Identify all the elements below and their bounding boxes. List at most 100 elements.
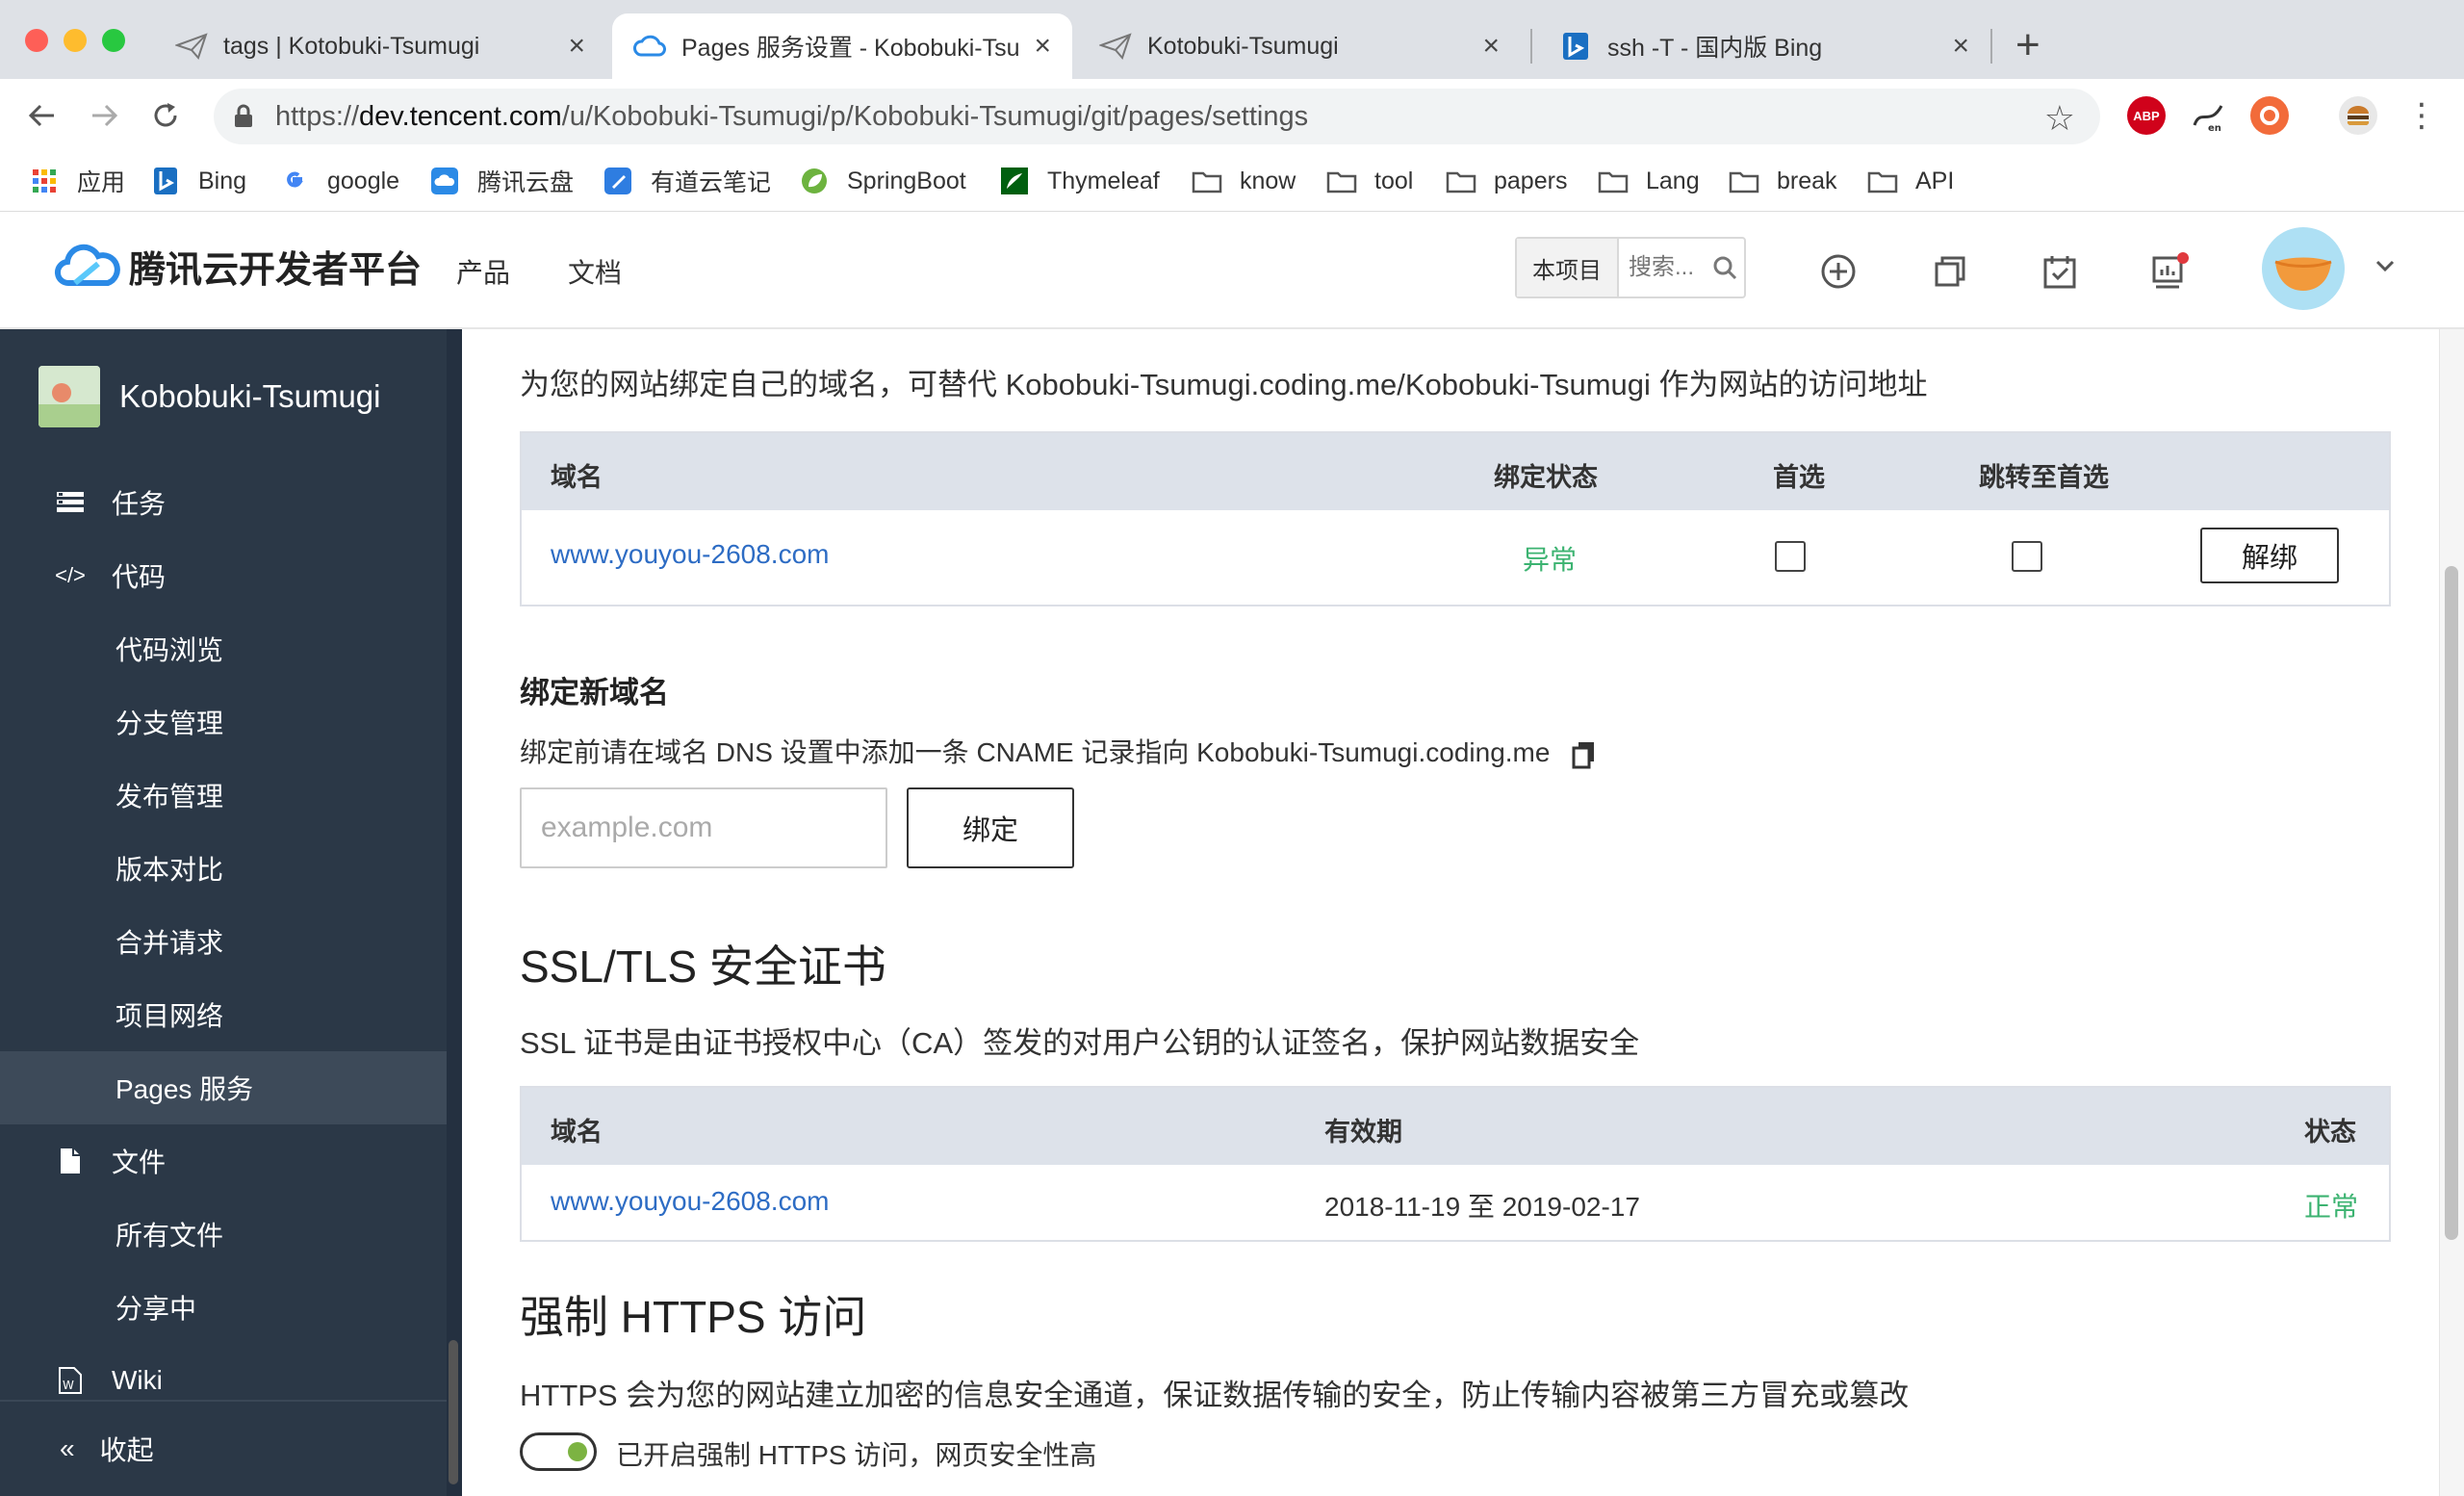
bookmark-label: 有道云笔记 <box>651 169 772 196</box>
browser-tab[interactable]: tags | Kotobuki-Tsumugi × <box>154 13 606 79</box>
notification-monitor-icon <box>2152 252 2189 289</box>
bookmark-label: 腾讯云盘 <box>477 169 575 196</box>
lock-icon <box>235 104 252 127</box>
bookmark-label: API <box>1915 167 1955 194</box>
browser-tab-active[interactable]: Pages 服务设置 - Kobobuki-Tsu × <box>612 13 1072 79</box>
copy-icon[interactable] <box>1571 740 1598 769</box>
sidebar-item-branches[interactable]: 分支管理 <box>0 685 447 759</box>
sidebar-item-merge-requests[interactable]: 合并请求 <box>0 905 447 978</box>
calendar-button[interactable] <box>2033 245 2087 298</box>
projects-button[interactable] <box>1923 245 1977 298</box>
sidebar-item-label: Pages 服务 <box>116 1074 254 1104</box>
https-toggle-label: 已开启强制 HTTPS 访问，网页安全性高 <box>616 1440 1097 1470</box>
bookmark-folder-know[interactable]: know <box>1192 162 1296 200</box>
bookmark-youdao-note[interactable]: 有道云笔记 <box>603 162 771 200</box>
sidebar-item-all-files[interactable]: 所有文件 <box>0 1198 447 1271</box>
arrow-left-icon <box>28 104 54 127</box>
sidebar-scrollbar-thumb[interactable] <box>449 1340 458 1484</box>
browser-toolbar: https://dev.tencent.com/u/Kobobuki-Tsumu… <box>0 79 2464 152</box>
search-scope-selector[interactable]: 本项目 <box>1517 239 1619 297</box>
page-scrollbar-thumb[interactable] <box>2445 566 2458 1240</box>
spring-leaf-icon <box>802 168 827 193</box>
search-input[interactable] <box>1629 254 1711 281</box>
folder-icon <box>1867 171 1898 193</box>
create-button[interactable] <box>1811 245 1865 298</box>
main-content: 为您的网站绑定自己的域名，可替代 Kobobuki-Tsumugi.coding… <box>462 329 2439 1496</box>
browser-tab[interactable]: ssh -T - 国内版 Bing × <box>1538 13 1990 79</box>
sidebar-item-label: 分支管理 <box>116 709 224 738</box>
sidebar-item-code-browse[interactable]: 代码浏览 <box>0 612 447 685</box>
project-image-icon <box>38 366 100 427</box>
tab-title: ssh -T - 国内版 Bing <box>1607 35 1823 62</box>
window-close-button[interactable] <box>25 29 48 52</box>
bind-button[interactable]: 绑定 <box>907 787 1074 868</box>
close-icon[interactable]: × <box>1482 30 1500 63</box>
reload-button[interactable] <box>144 94 187 137</box>
close-icon[interactable]: × <box>568 30 585 63</box>
bookmark-folder-api[interactable]: API <box>1867 162 1954 200</box>
back-button[interactable] <box>21 94 64 137</box>
toggle-knob <box>568 1442 587 1461</box>
sidebar-item-network[interactable]: 项目网络 <box>0 978 447 1051</box>
unbind-button[interactable]: 解绑 <box>2200 528 2339 583</box>
translate-icon[interactable]: en <box>2189 96 2227 135</box>
notifications-button[interactable] <box>2143 245 2196 298</box>
profile-icon[interactable] <box>2339 96 2377 135</box>
search-icon[interactable] <box>1711 254 1738 281</box>
window-zoom-button[interactable] <box>102 29 125 52</box>
sidebar-item-releases[interactable]: 发布管理 <box>0 759 447 832</box>
bookmark-tencent-disk[interactable]: 腾讯云盘 <box>429 162 574 200</box>
window-minimize-button[interactable] <box>64 29 87 52</box>
address-bar[interactable]: https://dev.tencent.com/u/Kobobuki-Tsumu… <box>214 89 2100 144</box>
url-text: https://dev.tencent.com/u/Kobobuki-Tsumu… <box>275 100 1309 132</box>
sidebar-item-files[interactable]: 文件 <box>0 1124 447 1198</box>
bookmark-folder-lang[interactable]: Lang <box>1598 162 1700 200</box>
tab-title: tags | Kotobuki-Tsumugi <box>223 32 480 60</box>
sidebar-item-compare[interactable]: 版本对比 <box>0 832 447 905</box>
brand-logo[interactable]: 腾讯云开发者平台 <box>54 239 422 293</box>
code-icon: </> <box>55 563 86 587</box>
redirect-checkbox[interactable] <box>2012 541 2042 572</box>
close-icon[interactable]: × <box>1952 30 1969 63</box>
bookmark-folder-papers[interactable]: papers <box>1446 162 1567 200</box>
bookmark-folder-break[interactable]: break <box>1729 162 1837 200</box>
sidebar-item-label: 文件 <box>112 1148 167 1177</box>
nav-products[interactable]: 产品 <box>456 252 510 291</box>
bookmark-star-icon[interactable]: ☆ <box>2044 98 2075 139</box>
bookmark-springboot[interactable]: SpringBoot <box>799 162 966 200</box>
sidebar-collapse-button[interactable]: « 收起 <box>0 1400 447 1496</box>
browser-tab-bar: tags | Kotobuki-Tsumugi × Pages 服务设置 - K… <box>0 0 2464 79</box>
bookmark-bing[interactable]: Bing <box>150 162 246 200</box>
browser-tab[interactable]: Kotobuki-Tsumugi × <box>1078 13 1521 79</box>
ssl-domain-link[interactable]: www.youyou-2608.com <box>551 1186 829 1217</box>
adblock-plus-icon[interactable]: ABP <box>2127 96 2166 135</box>
extension-icon[interactable] <box>2250 96 2289 135</box>
sidebar-item-sharing[interactable]: 分享中 <box>0 1271 447 1344</box>
bookmark-folder-tool[interactable]: tool <box>1326 162 1413 200</box>
bookmark-thymeleaf[interactable]: Thymeleaf <box>999 162 1160 200</box>
bookmark-apps[interactable]: 应用 <box>29 162 125 200</box>
nav-docs[interactable]: 文档 <box>568 252 622 291</box>
sidebar-item-code[interactable]: </> 代码 <box>0 539 447 612</box>
thymeleaf-icon <box>1001 168 1028 194</box>
forward-button[interactable] <box>83 94 125 137</box>
domain-input[interactable] <box>520 787 887 868</box>
sidebar-item-tasks[interactable]: 任务 <box>0 466 447 539</box>
chevron-down-icon[interactable] <box>2374 254 2397 282</box>
https-toggle[interactable] <box>520 1432 597 1471</box>
file-icon <box>56 1147 85 1175</box>
browser-menu-icon[interactable]: ⋮ <box>2400 94 2443 137</box>
ssl-title: SSL/TLS 安全证书 <box>520 941 886 992</box>
domain-link[interactable]: www.youyou-2608.com <box>551 539 829 570</box>
sidebar-scrollbar[interactable] <box>447 329 462 1496</box>
preferred-checkbox[interactable] <box>1775 541 1806 572</box>
tencent-cloud-logo-icon <box>54 244 120 287</box>
bookmark-google[interactable]: google <box>279 162 399 200</box>
close-icon[interactable]: × <box>1034 30 1051 63</box>
project-header[interactable]: Kobobuki-Tsumugi <box>38 366 380 427</box>
new-tab-button[interactable]: + <box>2015 21 2040 69</box>
user-avatar[interactable] <box>2262 227 2345 310</box>
sidebar-item-pages[interactable]: Pages 服务 <box>0 1051 447 1124</box>
plus-circle-icon <box>1821 254 1856 289</box>
folder-icon <box>1192 171 1222 193</box>
